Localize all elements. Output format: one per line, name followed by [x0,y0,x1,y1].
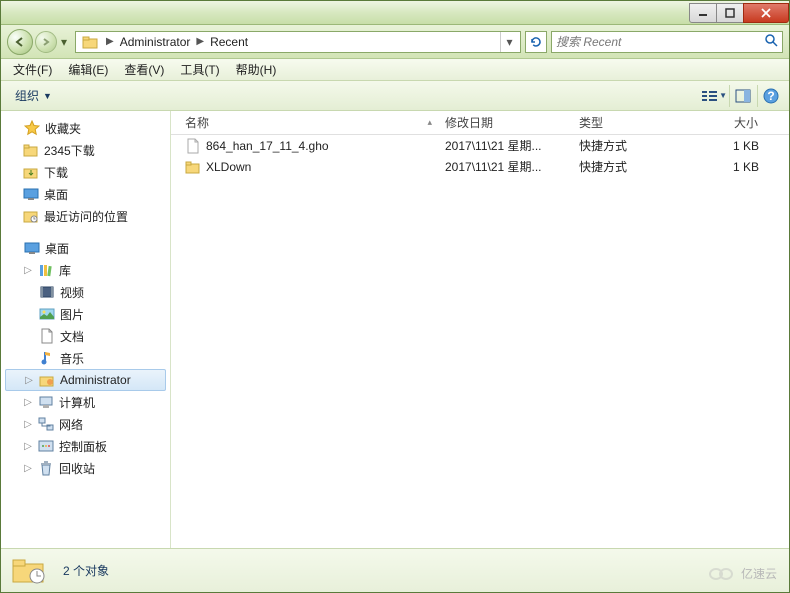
sidebar-library[interactable]: ▷库 [1,259,170,281]
library-icon [38,262,54,278]
col-size[interactable]: 大小 [685,111,765,134]
watermark: 亿速云 [707,564,777,582]
help-button[interactable]: ? [757,85,783,107]
computer-icon [38,394,54,410]
view-mode-button[interactable]: ▼ [701,85,727,107]
folder-icon [23,164,39,180]
control-panel-icon [38,438,54,454]
organize-button[interactable]: 组织 ▼ [7,84,60,107]
sidebar-item[interactable]: 图片 [1,303,170,325]
user-folder-icon [39,372,55,388]
file-date: 2017\11\21 星期... [439,137,573,154]
search-input[interactable]: 搜索 Recent [551,31,783,53]
breadcrumb-seg-1[interactable]: Administrator [118,35,193,49]
network-icon [38,416,54,432]
breadcrumb-sep-icon: ▶ [192,36,208,47]
maximize-button[interactable] [716,3,744,23]
titlebar [1,1,789,25]
column-headers: 名称▴ 修改日期 类型 大小 [171,111,789,135]
refresh-button[interactable] [525,31,547,53]
status-folder-icon [11,555,47,587]
folder-icon [23,142,39,158]
file-size: 1 KB [685,160,765,174]
sidebar-recycle[interactable]: ▷回收站 [1,457,170,479]
nav-history-dropdown[interactable]: ▾ [57,31,71,53]
preview-pane-button[interactable] [729,85,755,107]
sidebar-control[interactable]: ▷控制面板 [1,435,170,457]
folder-icon [185,159,201,175]
body: 收藏夹 2345下载 下载 桌面 最近访问的位置 桌面 ▷库 视频 图片 文档 … [1,111,789,548]
file-size: 1 KB [685,139,765,153]
desktop-icon [24,240,40,256]
sidebar-item[interactable]: 视频 [1,281,170,303]
file-date: 2017\11\21 星期... [439,158,573,175]
statusbar: 2 个对象 [1,548,789,592]
star-icon [24,120,40,136]
forward-button[interactable] [35,31,57,53]
breadcrumb-seg-2[interactable]: Recent [208,35,250,49]
file-name: 864_han_17_11_4.gho [206,139,329,153]
sidebar-computer[interactable]: ▷计算机 [1,391,170,413]
menubar: 文件(F) 编辑(E) 查看(V) 工具(T) 帮助(H) [1,59,789,81]
chevron-down-icon: ▼ [43,91,52,101]
explorer-window: ▾ ▶ Administrator ▶ Recent ▾ 搜索 Recent 文… [0,0,790,593]
menu-tools[interactable]: 工具(T) [172,59,227,80]
toolbar: 组织 ▼ ▼ ? [1,81,789,111]
file-name: XLDown [206,160,251,174]
sidebar-item[interactable]: 文档 [1,325,170,347]
recent-icon [23,208,39,224]
sidebar: 收藏夹 2345下载 下载 桌面 最近访问的位置 桌面 ▷库 视频 图片 文档 … [1,111,171,548]
sidebar-item[interactable]: 2345下载 [1,139,170,161]
search-placeholder: 搜索 Recent [556,33,621,50]
menu-view[interactable]: 查看(V) [116,59,172,80]
image-icon [39,306,55,322]
sidebar-item[interactable]: 音乐 [1,347,170,369]
address-dropdown-icon[interactable]: ▾ [500,32,518,52]
col-date[interactable]: 修改日期 [439,111,573,134]
file-type: 快捷方式 [573,137,685,154]
menu-help[interactable]: 帮助(H) [228,59,285,80]
window-controls [690,3,789,23]
sidebar-network[interactable]: ▷网络 [1,413,170,435]
sidebar-admin[interactable]: ▷Administrator [5,369,166,391]
recycle-icon [38,460,54,476]
video-icon [39,284,55,300]
file-row[interactable]: 864_han_17_11_4.gho 2017\11\21 星期... 快捷方… [171,135,789,156]
col-name[interactable]: 名称▴ [171,111,439,134]
file-type: 快捷方式 [573,158,685,175]
menu-edit[interactable]: 编辑(E) [60,59,116,80]
navbar: ▾ ▶ Administrator ▶ Recent ▾ 搜索 Recent [1,25,789,59]
folder-icon [82,34,98,50]
status-text: 2 个对象 [63,562,109,579]
col-type[interactable]: 类型 [573,111,685,134]
sidebar-desktop[interactable]: 桌面 [1,237,170,259]
sidebar-item[interactable]: 最近访问的位置 [1,205,170,227]
desktop-icon [23,186,39,202]
address-bar[interactable]: ▶ Administrator ▶ Recent ▾ [75,31,521,53]
back-button[interactable] [7,29,33,55]
menu-file[interactable]: 文件(F) [5,59,60,80]
sidebar-favorites[interactable]: 收藏夹 [1,117,170,139]
music-icon [39,350,55,366]
breadcrumb-sep-icon: ▶ [102,36,118,47]
search-icon[interactable] [764,33,778,50]
sidebar-item[interactable]: 下载 [1,161,170,183]
svg-text:?: ? [767,89,774,103]
document-icon [39,328,55,344]
sidebar-item[interactable]: 桌面 [1,183,170,205]
file-list[interactable]: 864_han_17_11_4.gho 2017\11\21 星期... 快捷方… [171,135,789,548]
close-button[interactable] [743,3,789,23]
content-area: 名称▴ 修改日期 类型 大小 864_han_17_11_4.gho 2017\… [171,111,789,548]
file-icon [185,138,201,154]
file-row[interactable]: XLDown 2017\11\21 星期... 快捷方式 1 KB [171,156,789,177]
sort-asc-icon: ▴ [427,117,432,128]
minimize-button[interactable] [689,3,717,23]
